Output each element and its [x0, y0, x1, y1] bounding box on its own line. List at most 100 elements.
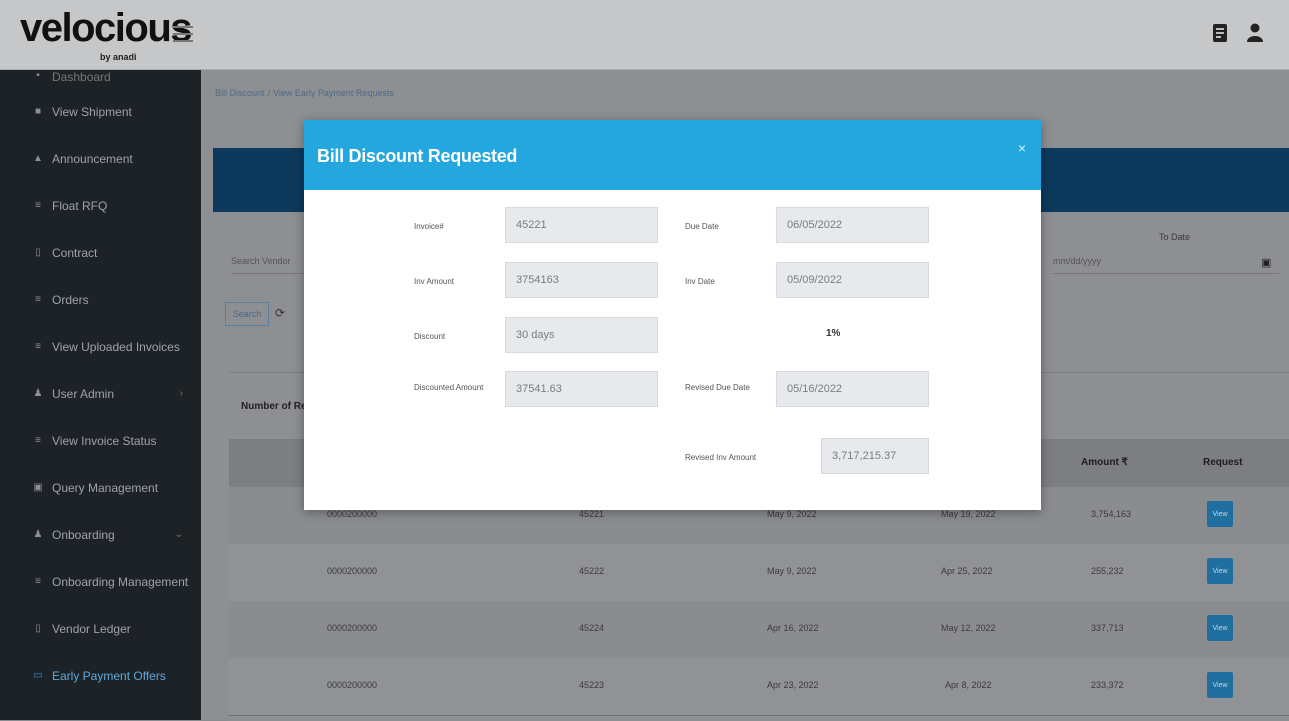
- sidebar-item-onboarding-management[interactable]: ≡ Onboarding Management: [0, 558, 201, 605]
- breadcrumb-separator: /: [267, 88, 271, 98]
- inv-amount-field: 3754163: [505, 262, 658, 298]
- sidebar-item-label: Query Management: [52, 480, 159, 495]
- table-row: 0000200000 45222 May 9, 2022 Apr 25, 202…: [229, 544, 1289, 602]
- cell-due-date: May 12, 2022: [941, 623, 996, 633]
- sidebar-item-label: Announcement: [52, 151, 133, 166]
- sidebar-item-orders[interactable]: ≡ Orders: [0, 276, 201, 323]
- table-row: 0000200000 45223 Apr 23, 2022 Apr 8, 202…: [229, 658, 1289, 716]
- view-button[interactable]: View: [1207, 558, 1233, 584]
- view-button[interactable]: View: [1207, 672, 1233, 698]
- chevron-right-icon: ›: [179, 388, 183, 399]
- sidebar-item-float-rfq[interactable]: ≡ Float RFQ: [0, 182, 201, 229]
- cell-amount: 233,372: [1091, 680, 1124, 690]
- ledger-icon: ▯: [35, 623, 41, 634]
- sidebar-item-user-admin[interactable]: ♟ User Admin ›: [0, 370, 201, 417]
- revised-inv-amount-label: Revised Inv Amount: [685, 453, 757, 462]
- dashboard-icon: ▪: [36, 70, 40, 81]
- sidebar-item-label: Dashboard: [52, 70, 111, 84]
- cell-invoice: 45224: [579, 623, 605, 633]
- discounted-amount-field: 37541.63: [505, 371, 658, 407]
- cell-invoice: 45222: [579, 566, 605, 576]
- cell-invoice-date: Apr 23, 2022: [767, 680, 819, 690]
- hamburger-icon[interactable]: [173, 26, 193, 42]
- sidebar-item-label: View Uploaded Invoices: [52, 339, 180, 354]
- view-button[interactable]: View: [1207, 501, 1233, 527]
- user-icon[interactable]: [1242, 20, 1268, 46]
- cell-amount: 3,754,163: [1091, 509, 1132, 519]
- brand-logo[interactable]: velocious by anadi: [20, 6, 193, 64]
- calendar-icon[interactable]: ▣: [1261, 256, 1271, 269]
- sidebar-item-label: View Shipment: [52, 104, 132, 119]
- sidebar-item-label: Contract: [52, 245, 98, 260]
- col-header-request: Request: [1203, 457, 1243, 468]
- sidebar-item-view-invoice-status[interactable]: ≡ View Invoice Status: [0, 417, 201, 464]
- cell-due-date: Apr 8, 2022: [945, 680, 992, 690]
- sidebar-item-label: Early Payment Offers: [52, 668, 166, 683]
- refresh-icon[interactable]: ⟳: [275, 306, 285, 320]
- status-icon: ≡: [35, 435, 41, 446]
- sidebar-item-label: Onboarding: [52, 527, 115, 542]
- view-button[interactable]: View: [1207, 615, 1233, 641]
- search-vendor-placeholder: Search Vendor: [231, 256, 291, 266]
- sidebar-item-announcement[interactable]: ▲ Announcement: [0, 135, 201, 182]
- discount-percent: 1%: [826, 328, 841, 339]
- sidebar-item-label: Vendor Ledger: [52, 621, 131, 636]
- cell-due-date: Apr 25, 2022: [941, 566, 993, 576]
- sidebar-item-view-shipment[interactable]: ■ View Shipment: [0, 88, 201, 135]
- cell-due-date: May 19, 2022: [941, 509, 996, 519]
- cell-vendor: 0000200000: [327, 509, 378, 519]
- due-date-field: 06/05/2022: [776, 207, 929, 243]
- revised-due-date-field: 05/16/2022: [776, 371, 929, 407]
- close-icon[interactable]: ×: [1018, 140, 1026, 156]
- sidebar-item-early-payment-offers[interactable]: ▭ Early Payment Offers: [0, 652, 201, 699]
- sidebar-item-label: View Invoice Status: [52, 433, 157, 448]
- to-date-label: To Date: [1159, 232, 1191, 242]
- inv-date-label: Inv Date: [685, 277, 715, 286]
- inv-date-field: 05/09/2022: [776, 262, 929, 298]
- discount-field: 30 days: [505, 317, 658, 353]
- sidebar-item-dashboard[interactable]: ▪ Dashboard: [0, 70, 201, 88]
- sidebar-item-label: Float RFQ: [52, 198, 108, 213]
- top-header: velocious by anadi: [0, 0, 1289, 70]
- revised-inv-amount-field: 3,717,215.37: [821, 438, 929, 474]
- discounted-amount-label: Discounted Amount: [414, 383, 484, 392]
- cell-vendor: 0000200000: [327, 566, 378, 576]
- sidebar-item-query-management[interactable]: ▣ Query Management: [0, 464, 201, 511]
- breadcrumb-current: View Early Payment Requests: [273, 88, 394, 98]
- cart-icon: ≡: [35, 294, 41, 305]
- sidebar-item-onboarding[interactable]: ♟ Onboarding ⌄: [0, 511, 201, 558]
- onboarding-icon: ♟: [33, 529, 43, 540]
- cell-amount: 337,713: [1091, 623, 1124, 633]
- cell-vendor: 0000200000: [327, 680, 378, 690]
- file-icon: ▯: [35, 247, 41, 258]
- sidebar-item-label: Orders: [52, 292, 89, 307]
- cell-invoice-date: Apr 16, 2022: [767, 623, 819, 633]
- modal-header: Bill Discount Requested ×: [304, 120, 1041, 190]
- col-header-amount[interactable]: Amount ₹: [1081, 457, 1128, 468]
- sidebar-item-vendor-ledger[interactable]: ▯ Vendor Ledger: [0, 605, 201, 652]
- sidebar: ▪ Dashboard ■ View Shipment ▲ Announceme…: [0, 70, 201, 720]
- search-button[interactable]: Search: [225, 302, 269, 326]
- revised-due-date-label: Revised Due Date: [685, 383, 750, 392]
- list-icon: ≡: [35, 200, 41, 211]
- search-vendor-input[interactable]: Search Vendor: [231, 248, 311, 274]
- bill-discount-modal: Bill Discount Requested × Invoice# 45221…: [304, 120, 1041, 510]
- upload-icon: ≡: [35, 341, 41, 352]
- inv-amount-label: Inv Amount: [414, 277, 455, 286]
- sidebar-item-label: Onboarding Management: [52, 574, 189, 589]
- megaphone-icon: ▲: [33, 153, 43, 164]
- truck-icon: ■: [34, 106, 42, 117]
- offer-icon: ▭: [33, 670, 43, 681]
- breadcrumb-root-link[interactable]: Bill Discount: [215, 88, 265, 98]
- invoice-label: Invoice#: [414, 222, 444, 231]
- document-icon[interactable]: [1208, 20, 1234, 46]
- query-icon: ▣: [33, 482, 43, 493]
- chevron-down-icon: ⌄: [174, 529, 183, 540]
- sidebar-item-view-uploaded-invoices[interactable]: ≡ View Uploaded Invoices: [0, 323, 201, 370]
- user-icon: ♟: [33, 388, 43, 399]
- cell-vendor: 0000200000: [327, 623, 378, 633]
- breadcrumb: Bill Discount / View Early Payment Request…: [215, 88, 394, 98]
- to-date-input[interactable]: mm/dd/yyyy: [1053, 248, 1279, 274]
- sidebar-item-contract[interactable]: ▯ Contract: [0, 229, 201, 276]
- cell-invoice-date: May 9, 2022: [767, 566, 817, 576]
